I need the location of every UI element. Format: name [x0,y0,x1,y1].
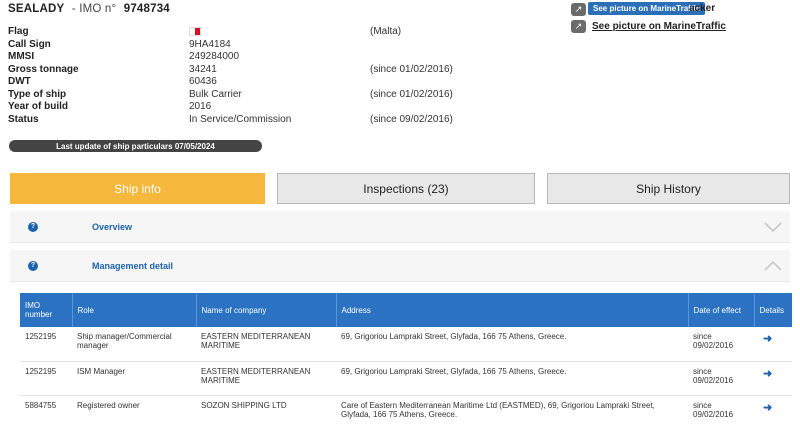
particular-since: (since 01/02/2016) [370,63,453,75]
imo-label: - IMO n° [71,3,117,15]
management-section-header[interactable]: ? Management detail [10,250,790,282]
ship-tabs: Ship info Inspections (23) Ship History [10,173,790,204]
column-header-address: Address [336,293,689,327]
cell-role: Ship manager/Commercial manager [72,327,196,362]
particular-row-status: Status In Service/Commission (since 09/0… [8,114,568,127]
cell-imo: 1252195 [20,327,72,362]
last-update-banner: Last update of ship particulars 07/05/20… [9,140,262,152]
particular-label: Type of ship [8,88,67,100]
tab-ship-history[interactable]: Ship History [547,173,790,204]
particular-row-flag: Flag (Malta) [8,26,568,39]
overview-section-header[interactable]: ? Overview [10,211,790,243]
marinetraffic-tooltip: See picture on MarineTraffic [588,2,706,15]
cell-date: since 09/02/2016 [688,395,754,427]
cell-details: ➜ [754,327,792,362]
particular-row-call-sign: Call Sign 9HA4184 [8,39,568,52]
cell-address: 69, Grigoriou Lampraki Street, Glyfada, … [336,361,688,396]
cell-date: since 09/02/2016 [688,327,754,362]
cell-details: ➜ [754,361,792,396]
particular-value: 60436 [189,76,217,87]
ship-name: SEALADY [8,3,65,15]
particular-row-dwt: DWT 60436 [8,76,568,89]
overview-title: Overview [92,221,133,232]
particular-since: (since 09/02/2016) [370,113,453,125]
particular-label: Status [8,113,39,125]
flag-image [189,26,201,37]
tracker-link-label[interactable]: acker [689,3,715,14]
particular-label: Call Sign [8,38,51,50]
tab-ship-info[interactable]: Ship info [10,173,265,204]
particular-row-mmsi: MMSI 249284000 [8,51,568,64]
cell-company: EASTERN MEDITERRANEAN MARITIME [196,361,336,396]
cell-imo: 1252195 [20,361,72,396]
column-header-role: Role [72,293,197,327]
cell-address: Care of Eastern Mediterranean Maritime L… [336,395,688,427]
help-icon: ? [28,221,38,232]
marinetraffic-picture-label[interactable]: See picture on MarineTraffic [592,21,726,32]
particular-label: Year of build [8,101,69,112]
cell-imo: 5884755 [20,395,72,427]
column-header-company: Name of company [196,293,337,327]
column-header-imo: IMO number [20,293,73,327]
cell-company: EASTERN MEDITERRANEAN MARITIME [196,327,336,362]
particular-label: MMSI [8,51,35,62]
particular-label: DWT [8,76,31,87]
tab-inspections[interactable]: Inspections (23) [277,173,535,204]
cell-role: Registered owner [72,395,196,427]
cell-address: 69, Grigoriou Lampraki Street, Glyfada, … [336,327,688,362]
particular-value: Bulk Carrier [189,88,242,100]
particular-value: 2016 [189,101,212,112]
external-link-icon: ↗ [571,3,586,16]
cell-details: ➜ [754,395,792,427]
cell-date: since 09/02/2016 [688,361,754,396]
column-header-date: Date of effect [688,293,755,327]
column-header-details: Details [754,293,792,327]
particular-since: (Malta) [370,26,402,37]
tracker-link[interactable]: ↗ See picture on MarineTraffic acker [571,1,726,18]
particular-label: Gross tonnage [8,63,79,75]
arrow-right-icon[interactable]: ➜ [759,333,772,345]
management-title: Management detail [92,260,174,271]
arrow-right-icon[interactable]: ➜ [759,402,772,414]
particular-label: Flag [8,26,29,37]
table-row: 1252195 ISM Manager EASTERN MEDITERRANEA… [20,361,792,396]
chevron-up-icon[interactable] [764,260,782,272]
marinetraffic-picture-link[interactable]: ↗ See picture on MarineTraffic [571,18,726,35]
arrow-right-icon[interactable]: ➜ [759,368,772,380]
particular-value: 9HA4184 [189,38,231,50]
chevron-down-icon[interactable] [764,221,782,233]
external-links: ↗ See picture on MarineTraffic acker ↗ S… [571,1,726,35]
imo-number: 9748734 [123,3,170,15]
table-header-row: IMO number Role Name of company Address … [20,293,792,327]
particular-value: 249284000 [189,51,240,62]
particular-since: (since 01/02/2016) [370,88,453,100]
help-icon: ? [28,260,38,271]
particular-row-type-of-ship: Type of ship Bulk Carrier (since 01/02/2… [8,89,568,102]
table-row: 5884755 Registered owner SOZON SHIPPING … [20,395,792,427]
cell-company: SOZON SHIPPING LTD [196,395,336,427]
particular-value: In Service/Commission [189,113,292,125]
table-row: 1252195 Ship manager/Commercial manager … [20,327,792,362]
particular-row-year-of-build: Year of build 2016 [8,101,568,114]
particular-row-gross-tonnage: Gross tonnage 34241 (since 01/02/2016) [8,64,568,77]
management-table: IMO number Role Name of company Address … [20,293,792,427]
ship-particulars: Flag (Malta) Call Sign 9HA4184 MMSI 2492… [8,26,568,126]
ship-title: SEALADY - IMO n° 9748734 [8,3,170,15]
cell-role: ISM Manager [72,361,196,396]
external-link-icon: ↗ [571,20,586,33]
particular-value: 34241 [189,63,217,75]
